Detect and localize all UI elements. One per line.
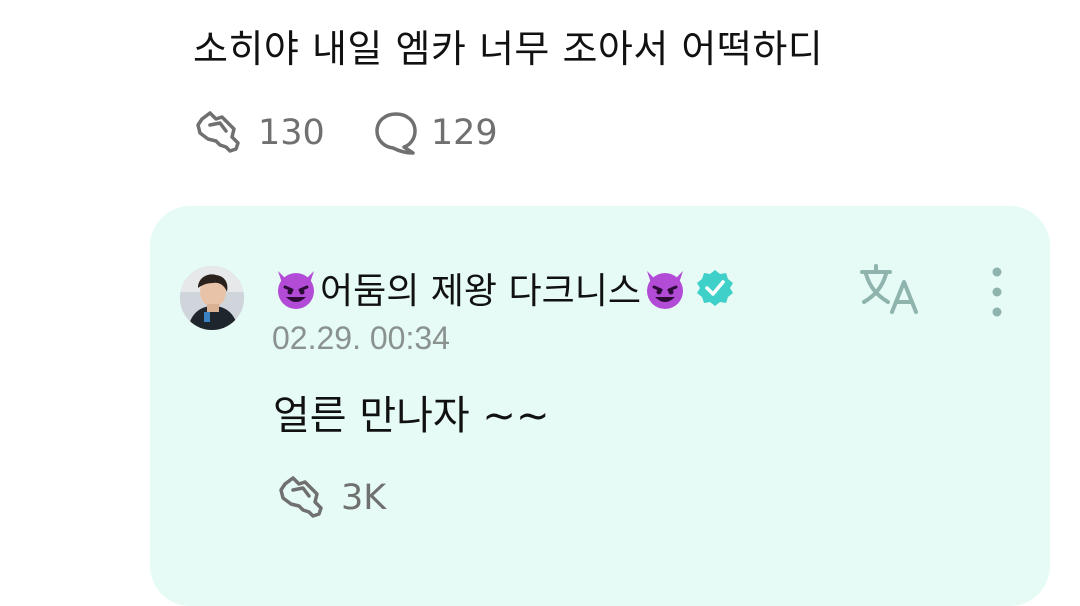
reply-timestamp: 02.29. 00:34: [272, 320, 450, 356]
reply-like-button[interactable]: 3K: [275, 474, 386, 522]
avatar-image: [180, 266, 244, 330]
author-name[interactable]: 어둠의 제왕 다크니스: [320, 262, 641, 314]
translate-icon: [860, 264, 918, 314]
post-comment-count: 129: [430, 113, 498, 153]
post-comment-button[interactable]: 129: [373, 110, 498, 156]
post-like-count: 130: [258, 113, 325, 153]
translate-button[interactable]: [858, 262, 924, 318]
heart-handshake-icon: [196, 111, 240, 153]
reply-text: 얼른 만나자 ~~: [273, 393, 550, 439]
post-actions: 130 129: [192, 108, 498, 158]
more-vertical-icon: [992, 267, 1002, 317]
reply-like-count: 3K: [341, 478, 387, 518]
verified-badge-icon: [696, 270, 733, 306]
more-options-button[interactable]: [980, 264, 1014, 320]
post-text: 소히야 내일 엠카 너무 조아서 어떡하디: [193, 27, 824, 71]
devil-emoji-icon: [646, 271, 683, 309]
devil-emoji-icon: [278, 271, 314, 309]
reply-actions: 3K: [275, 473, 386, 523]
post-like-button[interactable]: 130: [192, 109, 325, 157]
author-row: 어둠의 제왕 다크니스: [272, 264, 735, 312]
avatar[interactable]: [180, 266, 244, 330]
speech-bubble-icon: [375, 112, 417, 155]
heart-handshake-icon: [279, 476, 323, 518]
